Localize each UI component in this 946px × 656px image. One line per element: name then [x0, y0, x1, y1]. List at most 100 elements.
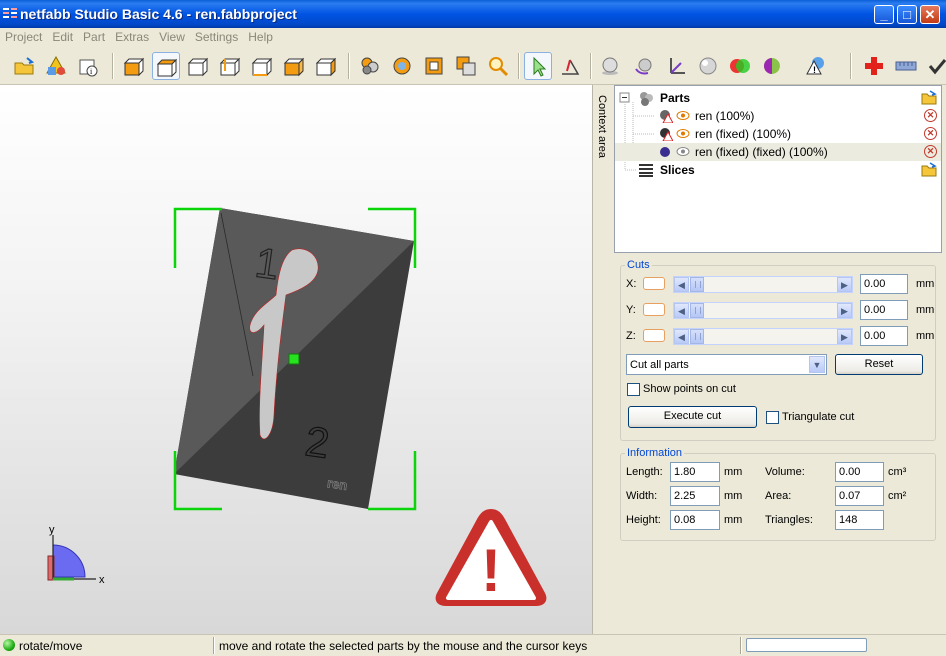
zoom-part-icon[interactable]: [452, 52, 480, 80]
title-bar: netfabb Studio Basic 4.6 - ren.fabbproje…: [0, 0, 946, 28]
length-label: Length:: [626, 466, 663, 478]
select-pointer-icon[interactable]: [524, 52, 552, 80]
measure-icon[interactable]: [556, 52, 584, 80]
project-info-icon[interactable]: i: [74, 52, 102, 80]
eye-icon[interactable]: [676, 110, 690, 121]
remove-part-icon[interactable]: ✕: [924, 145, 937, 158]
menu-view[interactable]: View: [154, 28, 190, 44]
part-engraving: ren: [326, 475, 348, 493]
open-folder-icon[interactable]: [921, 90, 937, 105]
status-bar: rotate/move move and rotate the selected…: [0, 634, 946, 656]
axes-icon[interactable]: [662, 52, 690, 80]
cut-x-color[interactable]: [643, 277, 665, 290]
menu-extras[interactable]: Extras: [110, 28, 154, 44]
tree-part-label: ren (100%): [695, 109, 755, 123]
part-model[interactable]: 1 2 ren: [174, 208, 414, 509]
warning-sign-icon: !: [435, 509, 547, 606]
execute-cut-button[interactable]: Execute cut: [628, 406, 757, 428]
remove-part-icon[interactable]: ✕: [924, 109, 937, 122]
close-button[interactable]: ✕: [920, 5, 940, 24]
tree-part-label: ren (fixed) (fixed) (100%): [695, 145, 828, 159]
view-back-icon[interactable]: [184, 52, 212, 80]
tree-part-label: ren (fixed) (100%): [695, 127, 792, 141]
eye-hidden-icon[interactable]: [676, 146, 690, 157]
cut-x-label: X:: [626, 278, 637, 290]
information-legend: Information: [627, 447, 683, 459]
volume-value: 0.00: [835, 462, 884, 482]
context-area-tab[interactable]: Context area: [592, 85, 614, 634]
triangulate-label: Triangulate cut: [782, 411, 855, 423]
sphere-icon[interactable]: [694, 52, 722, 80]
tree-parts-root[interactable]: Parts: [615, 89, 941, 107]
width-value: 2.25: [670, 486, 720, 506]
view-bottom-icon[interactable]: [280, 52, 308, 80]
volume-label: Volume:: [765, 466, 805, 478]
cut-y-color[interactable]: [643, 303, 665, 316]
view-top-icon[interactable]: [152, 52, 180, 80]
zoom-selection-icon[interactable]: [388, 52, 416, 80]
add-part-icon[interactable]: [42, 52, 70, 80]
check-icon[interactable]: [924, 52, 946, 80]
cut-z-color[interactable]: [643, 329, 665, 342]
shading-icon[interactable]: [596, 52, 624, 80]
open-project-icon[interactable]: [10, 52, 38, 80]
menu-help[interactable]: Help: [243, 28, 278, 44]
pivot-handle[interactable]: [288, 353, 300, 365]
3d-viewport[interactable]: 1 2 ren y x !: [0, 85, 592, 634]
triangles-label: Triangles:: [765, 514, 813, 526]
cut-z-unit: mm: [916, 330, 935, 342]
length-unit: mm: [724, 466, 743, 478]
view-perspective-icon[interactable]: [312, 52, 340, 80]
warning-glyph: !: [481, 537, 501, 604]
cut-x-slider[interactable]: ◀ ▶: [673, 276, 853, 293]
view-right-icon[interactable]: [248, 52, 276, 80]
menu-project[interactable]: Project: [0, 28, 47, 44]
menu-edit[interactable]: Edit: [47, 28, 78, 44]
show-points-checkbox[interactable]: [627, 383, 640, 396]
triangulate-checkbox[interactable]: [766, 411, 779, 424]
volume-unit: cm³: [888, 466, 907, 478]
cut-y-slider[interactable]: ◀ ▶: [673, 302, 853, 319]
menu-part[interactable]: Part: [78, 28, 110, 44]
menu-bar: Project Edit Part Extras View Settings Help: [0, 28, 946, 47]
menu-settings[interactable]: Settings: [190, 28, 243, 44]
tree-part-row[interactable]: ren (fixed) (100%) ✕: [615, 125, 941, 143]
cut-z-value[interactable]: 0.00: [860, 326, 908, 346]
zoom-box-icon[interactable]: [420, 52, 448, 80]
cut-z-slider[interactable]: ◀ ▶: [673, 328, 853, 345]
tree-slices-root[interactable]: Slices: [615, 161, 941, 179]
warning-icon[interactable]: !: [802, 52, 830, 80]
zoom-icon[interactable]: [484, 52, 512, 80]
height-label: Height:: [626, 514, 661, 526]
maximize-button[interactable]: □: [897, 5, 917, 24]
add-part-red-icon[interactable]: [860, 52, 888, 80]
rotate-icon[interactable]: [630, 52, 658, 80]
tree-slices-label: Slices: [660, 163, 695, 177]
tree-part-row[interactable]: ren (100%) ✕: [615, 107, 941, 125]
view-front-icon[interactable]: [120, 52, 148, 80]
remove-part-icon[interactable]: ✕: [924, 127, 937, 140]
repair-icon[interactable]: ▾: [758, 52, 786, 80]
open-folder-icon[interactable]: [921, 162, 937, 177]
length-value: 1.80: [670, 462, 720, 482]
cut-y-label: Y:: [626, 304, 636, 316]
cut-x-value[interactable]: 0.00: [860, 274, 908, 294]
minimize-button[interactable]: _: [874, 5, 894, 24]
tree-part-row-selected[interactable]: ren (fixed) (fixed) (100%) ✕: [615, 143, 941, 161]
reset-button[interactable]: Reset: [835, 354, 923, 375]
view-left-icon[interactable]: [216, 52, 244, 80]
chevron-down-icon[interactable]: ▼: [809, 356, 825, 373]
status-mode: rotate/move: [19, 639, 83, 653]
cut-y-unit: mm: [916, 304, 935, 316]
parts-tree[interactable]: Parts ren (100%) ✕ ren (fixed) (100%) ✕ …: [614, 85, 942, 253]
cuts-legend: Cuts: [627, 259, 650, 271]
eye-icon[interactable]: [676, 128, 690, 139]
axis-y-label: y: [49, 524, 55, 536]
ruler-icon[interactable]: [892, 52, 920, 80]
color-icon[interactable]: [726, 52, 754, 80]
tree-parts-label: Parts: [660, 91, 691, 105]
cut-scope-select[interactable]: Cut all parts ▼: [626, 354, 827, 375]
parts-group-icon: [640, 92, 653, 106]
zoom-all-icon[interactable]: [356, 52, 384, 80]
cut-y-value[interactable]: 0.00: [860, 300, 908, 320]
